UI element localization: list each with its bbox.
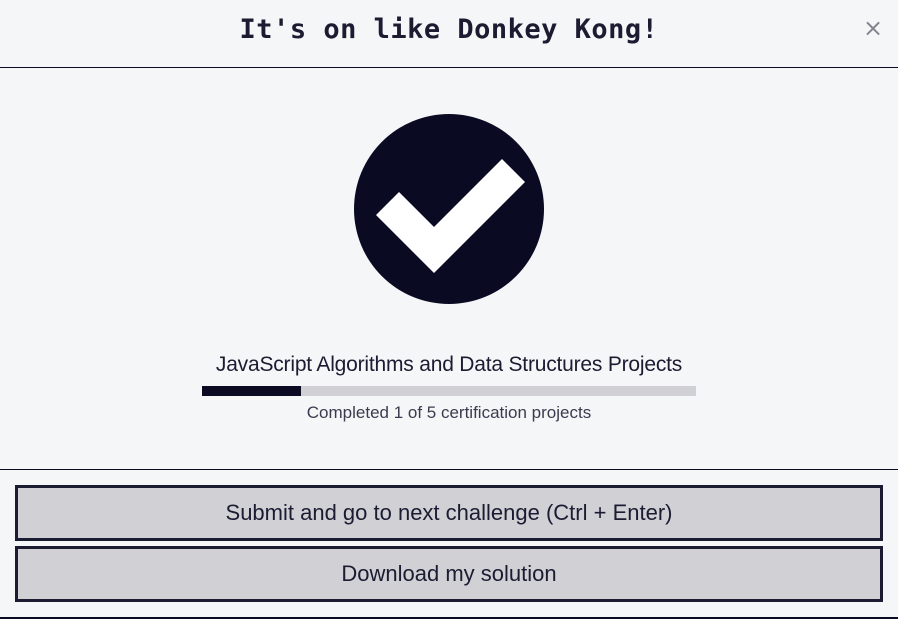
progress-bar [202, 386, 696, 396]
project-title: JavaScript Algorithms and Data Structure… [215, 353, 683, 376]
submit-next-challenge-button[interactable]: Submit and go to next challenge (Ctrl + … [15, 485, 883, 541]
check-circle-icon [354, 114, 544, 304]
progress-bar-fill [202, 386, 301, 396]
modal-footer: Submit and go to next challenge (Ctrl + … [0, 469, 898, 619]
close-button[interactable]: × [862, 14, 884, 42]
progress-text: Completed 1 of 5 certification projects [306, 403, 592, 422]
modal-body: JavaScript Algorithms and Data Structure… [0, 69, 898, 469]
download-solution-button[interactable]: Download my solution [15, 546, 883, 602]
modal-header: It's on like Donkey Kong! × [0, 0, 898, 68]
modal-title: It's on like Donkey Kong! [239, 14, 659, 45]
